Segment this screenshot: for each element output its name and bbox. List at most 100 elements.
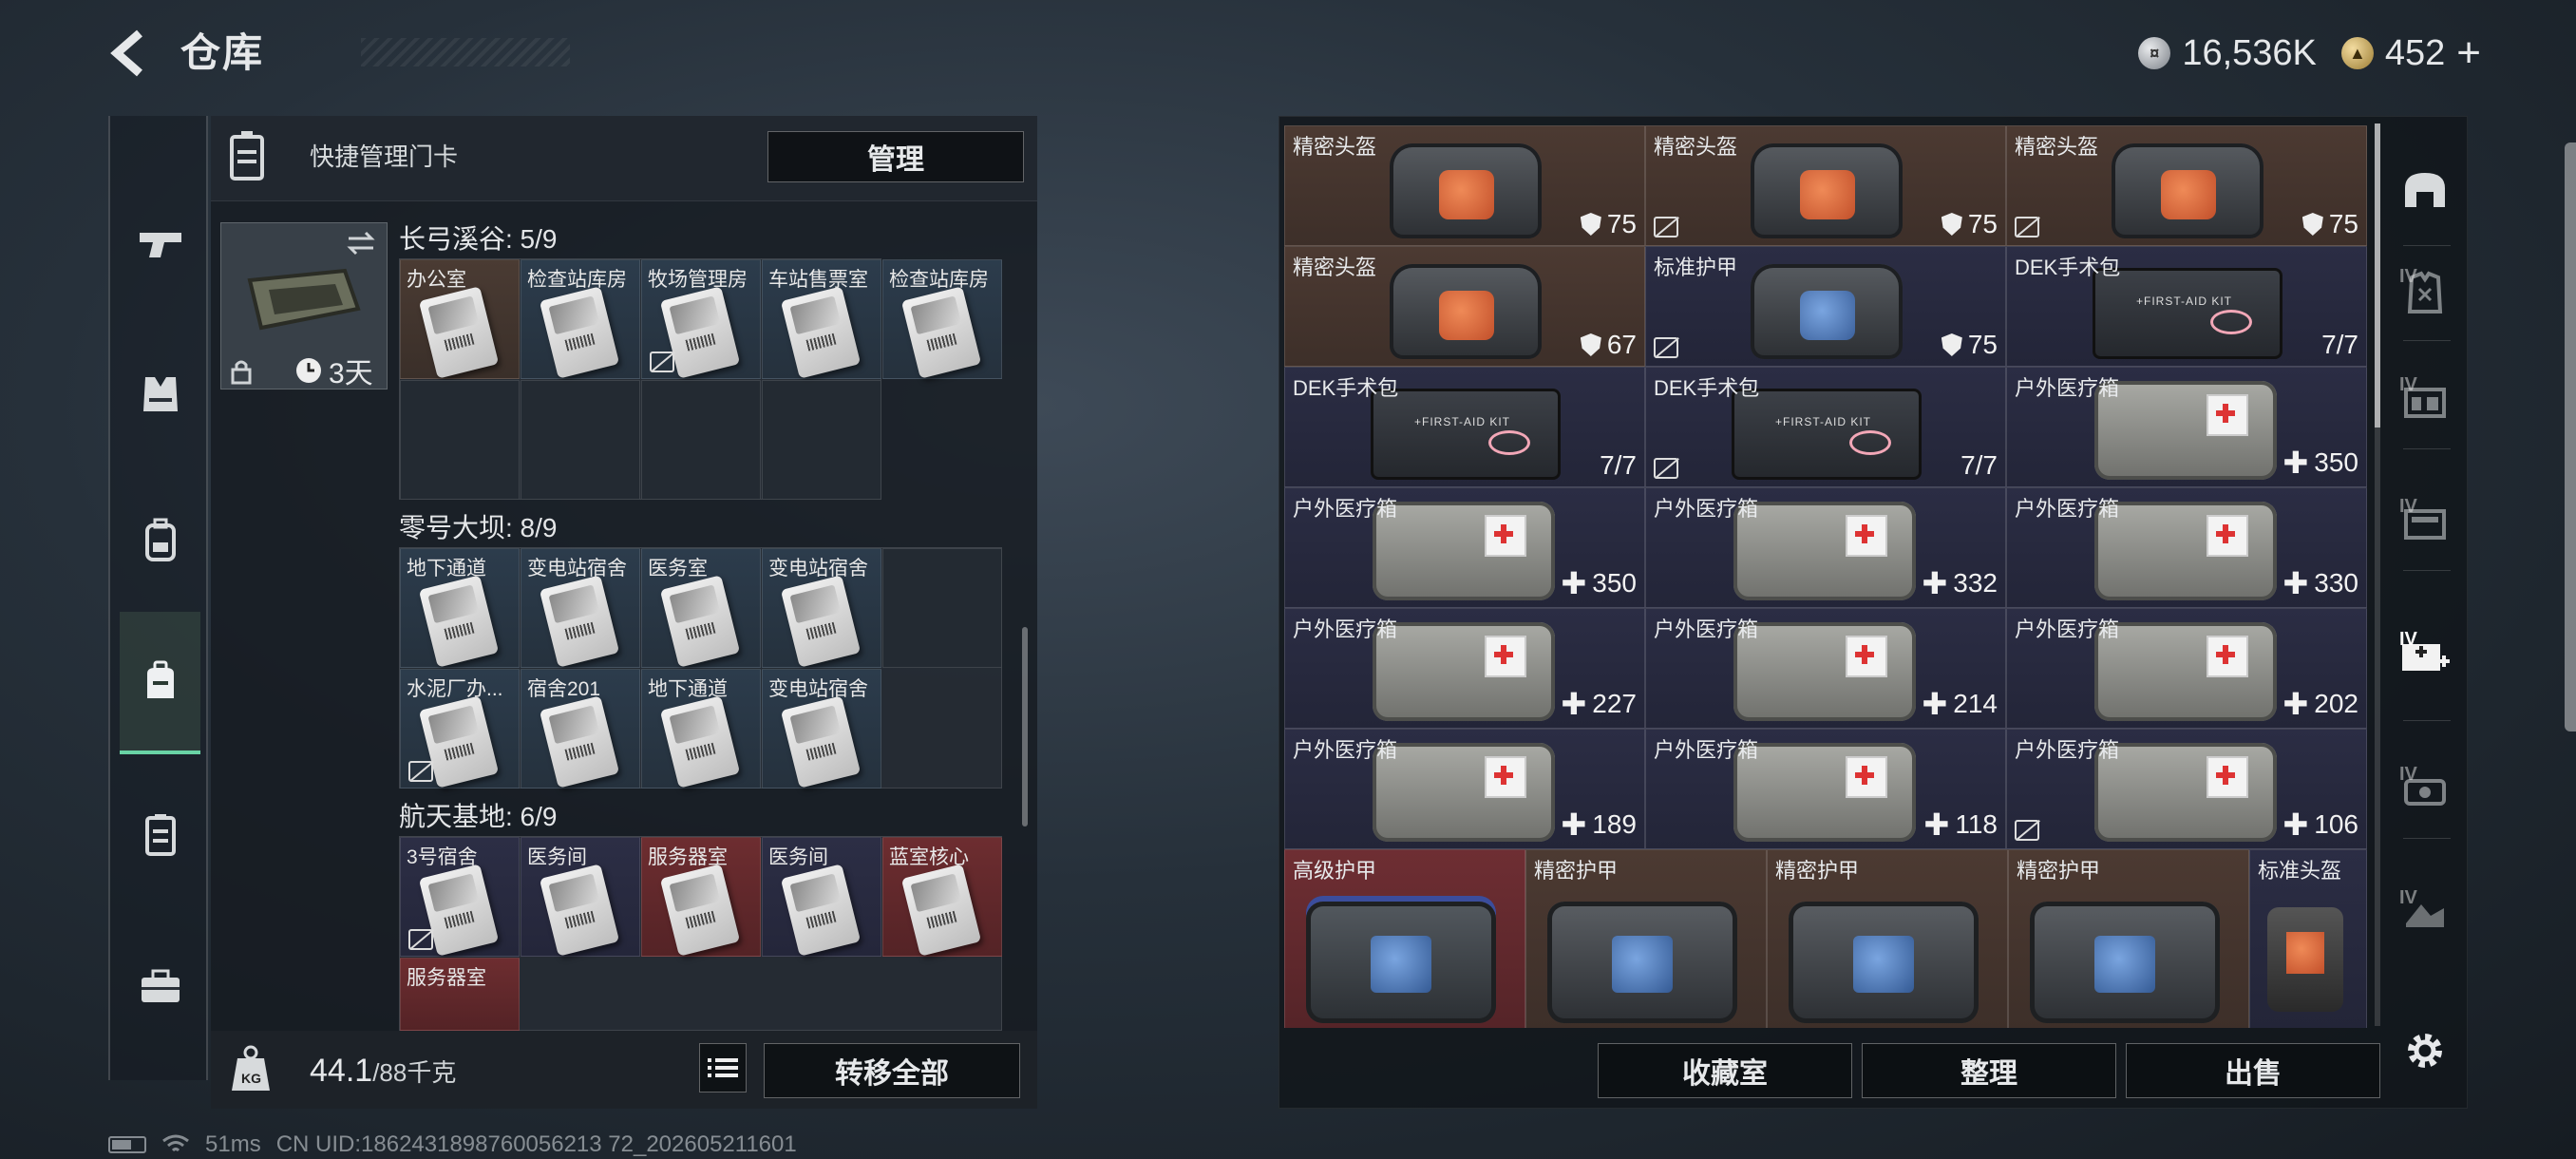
keycard-slot[interactable]: 宿舍201 (521, 669, 640, 788)
keycard-slot[interactable]: 检查站库房 (882, 259, 1002, 379)
add-currency-button[interactable]: + (2456, 29, 2481, 77)
keycard-slot[interactable]: 水泥厂办... (400, 669, 520, 788)
empty-slot[interactable] (641, 380, 761, 500)
storage-item[interactable]: 户外医疗箱 ✚ 202 (2006, 608, 2367, 729)
organize-button[interactable]: 整理 (1862, 1043, 2116, 1098)
keycard-slot[interactable]: 3号宿舍 (400, 837, 520, 957)
keycard-slot[interactable]: 地下通道 (641, 669, 761, 788)
tab-ammo[interactable]: IV (2382, 743, 2468, 838)
transfer-all-button[interactable]: 转移全部 (764, 1043, 1020, 1098)
storage-item[interactable]: 户外医疗箱 ✚ 350 (2006, 367, 2367, 487)
ping-text: 51ms (205, 1131, 261, 1157)
storage-item[interactable]: 标准头盔 (2249, 849, 2367, 1028)
keycard-icon (780, 575, 862, 668)
nav-consumables[interactable] (120, 612, 200, 754)
tab-divider (2403, 720, 2451, 721)
storage-item[interactable]: DEK手术包 7/7 (2006, 246, 2367, 367)
medkit-icon (1733, 743, 1916, 842)
storage-item[interactable]: 精密头盔 67 (1284, 246, 1645, 367)
keycard-slot[interactable]: 检查站库房 (521, 259, 640, 379)
storage-item[interactable]: DEK手术包 7/7 (1284, 367, 1645, 487)
keycard-slot[interactable]: 医务间 (762, 837, 881, 957)
list-view-button[interactable] (699, 1043, 747, 1092)
tab-medical[interactable]: IV (2382, 608, 2468, 703)
keycard-icon (144, 814, 176, 856)
storage-item[interactable]: DEK手术包 7/7 (1645, 367, 2006, 487)
storage-scrollbar-thumb[interactable] (2375, 124, 2380, 428)
no-trade-icon (2015, 820, 2039, 841)
keycard-slot[interactable]: 牧场管理房 (641, 259, 761, 379)
tab-misc[interactable]: IV (2382, 866, 2468, 961)
storage-item[interactable]: 精密护甲 (2008, 849, 2249, 1028)
sell-button[interactable]: 出售 (2126, 1043, 2380, 1098)
weight-max: /88千克 (372, 1058, 457, 1087)
weight-icon: KG (228, 1045, 274, 1094)
keycard-slot[interactable]: 变电站宿舍 (762, 669, 881, 788)
nav-armor[interactable] (120, 323, 200, 466)
keycard-slot[interactable]: 地下通道 (400, 548, 520, 668)
storage-item[interactable]: 户外医疗箱 ✚ 118 (1645, 729, 2006, 849)
empty-slot[interactable] (521, 380, 640, 500)
storage-item[interactable]: 高级护甲 (1284, 849, 1525, 1028)
empty-slot[interactable] (882, 548, 1002, 668)
no-trade-icon (650, 352, 674, 372)
empty-slot[interactable] (762, 380, 881, 500)
keycard-slot[interactable]: 医务间 (521, 837, 640, 957)
storage-item[interactable]: 户外医疗箱 ✚ 214 (1645, 608, 2006, 729)
keycard-slot[interactable]: 变电站宿舍 (762, 548, 881, 668)
storage-item[interactable]: 户外医疗箱 ✚ 330 (2006, 487, 2367, 608)
storage-item[interactable]: 精密头盔 75 (2006, 125, 2367, 246)
storage-item[interactable]: 户外医疗箱 ✚ 350 (1284, 487, 1645, 608)
keycard-slot[interactable]: 变电站宿舍 (521, 548, 640, 668)
nav-weapons[interactable] (120, 173, 200, 315)
storage-item[interactable]: 精密护甲 (1767, 849, 2008, 1028)
medkit-icon (1373, 502, 1555, 600)
storage-item[interactable]: 户外医疗箱 ✚ 332 (1645, 487, 2006, 608)
tab-armor[interactable]: IV (2382, 245, 2468, 340)
keycard-slot[interactable]: 服务器室 (400, 958, 520, 1031)
storage-item[interactable]: 户外医疗箱 ✚ 189 (1284, 729, 1645, 849)
keycard-icon (659, 575, 741, 668)
status-bar: 51ms CN UID:1862431898760056213 72_20260… (108, 1130, 797, 1159)
nav-backpack[interactable] (120, 469, 200, 612)
heal-icon: ✚ (1561, 687, 1587, 721)
swap-icon[interactable] (345, 231, 377, 256)
vest-icon (142, 377, 178, 411)
storage-item[interactable]: 精密头盔 75 (1645, 125, 2006, 246)
keycard-slot[interactable]: 车站售票室 (762, 259, 881, 379)
storage-item[interactable]: 户外医疗箱 ✚ 106 (2006, 729, 2367, 849)
storage-item[interactable]: 精密头盔 75 (1284, 125, 1645, 246)
storage-item[interactable]: 标准护甲 75 (1645, 246, 2006, 367)
tab-chest-rig[interactable]: IV (2382, 353, 2468, 448)
heal-icon: ✚ (2282, 808, 2309, 842)
side-drawer-handle[interactable] (2565, 142, 2576, 732)
tab-helmet[interactable] (2382, 142, 2468, 238)
back-button[interactable] (104, 27, 152, 80)
section-scrollbar[interactable] (1022, 627, 1028, 826)
storage-item[interactable]: 户外医疗箱 ✚ 227 (1284, 608, 1645, 729)
keycard-slot[interactable]: 服务器室 (641, 837, 761, 957)
storage-item[interactable]: 精密护甲 (1525, 849, 1767, 1028)
keycard-slot[interactable]: 办公室 (400, 259, 520, 379)
manage-button[interactable]: 管理 (767, 131, 1024, 182)
category-nav (108, 116, 208, 1080)
armor-icon (1547, 902, 1737, 1023)
nav-keycards[interactable] (120, 764, 200, 906)
gold-coin-icon: ▲ (2340, 37, 2374, 69)
empty-slot[interactable] (400, 380, 520, 500)
keycard-slot[interactable]: 医务室 (641, 548, 761, 668)
tab-pouch[interactable]: IV (2382, 475, 2468, 570)
backpack-icon (144, 518, 176, 561)
helmet-icon (1751, 143, 1903, 238)
collection-room-button[interactable]: 收藏室 (1598, 1043, 1852, 1098)
heal-icon: ✚ (1923, 808, 1950, 842)
no-trade-icon (408, 929, 433, 950)
settings-button[interactable] (2398, 1024, 2452, 1077)
nav-misc[interactable] (120, 916, 200, 1058)
helmet-icon (1390, 143, 1542, 238)
keycard-slot[interactable]: 蓝室核心 (882, 837, 1002, 957)
weight-readout: 44.1/88千克 (310, 1053, 456, 1090)
durability-icon (1580, 213, 1601, 236)
back-arrow-icon (110, 29, 142, 77)
storage-grid: 精密头盔 75 精密头盔 75 精密头盔 75 精密头盔 67 标准护甲 75 … (1284, 125, 2367, 1028)
